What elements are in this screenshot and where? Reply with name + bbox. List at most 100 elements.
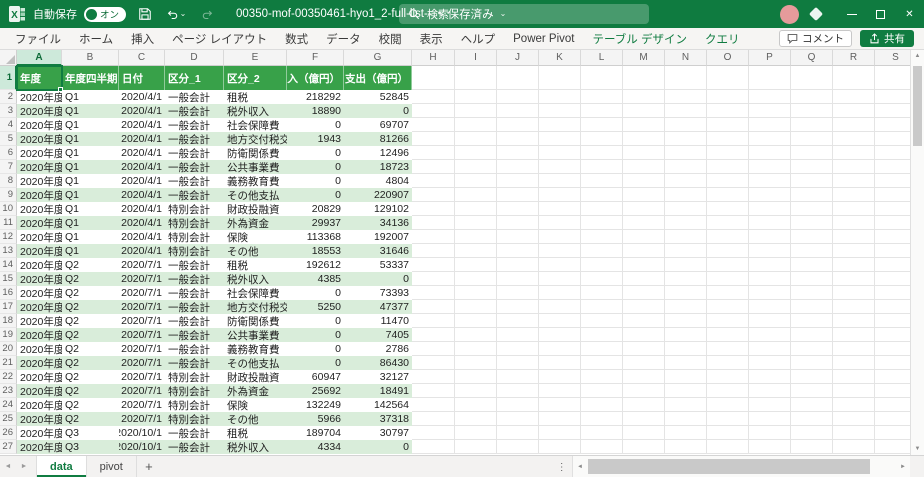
cell-K22[interactable] [539, 370, 581, 384]
cell-I7[interactable] [455, 160, 497, 174]
cell-N26[interactable] [665, 426, 707, 440]
cell-Q22[interactable] [791, 370, 833, 384]
cell-P9[interactable] [749, 188, 791, 202]
cell-H19[interactable] [412, 328, 455, 342]
cell-E17[interactable]: 地方交付税交付金 [224, 300, 287, 314]
cell-Q6[interactable] [791, 146, 833, 160]
cell-B16[interactable]: Q2 [62, 286, 119, 300]
cell-K7[interactable] [539, 160, 581, 174]
cell-S13[interactable] [875, 244, 910, 258]
cell-O22[interactable] [707, 370, 749, 384]
cell-C20[interactable]: 2020/7/1 [119, 342, 165, 356]
ribbon-tab-page-layout[interactable]: ページ レイアウト [163, 28, 276, 49]
cell-E25[interactable]: その他 [224, 412, 287, 426]
cell-K20[interactable] [539, 342, 581, 356]
cell-K6[interactable] [539, 146, 581, 160]
cell-H5[interactable] [412, 132, 455, 146]
cell-H16[interactable] [412, 286, 455, 300]
cell-P7[interactable] [749, 160, 791, 174]
cell-J3[interactable] [497, 104, 539, 118]
cell-J18[interactable] [497, 314, 539, 328]
cell-K14[interactable] [539, 258, 581, 272]
cell-H18[interactable] [412, 314, 455, 328]
cell-N22[interactable] [665, 370, 707, 384]
row-number-21[interactable]: 21 [0, 356, 17, 370]
cell-N4[interactable] [665, 118, 707, 132]
cell-Q4[interactable] [791, 118, 833, 132]
cell-O21[interactable] [707, 356, 749, 370]
cell-H2[interactable] [412, 90, 455, 104]
ribbon-tab-formulas[interactable]: 数式 [276, 28, 317, 49]
cell-D18[interactable]: 一般会計 [165, 314, 224, 328]
cell-A11[interactable]: 2020年度 [17, 216, 62, 230]
column-header-J[interactable]: J [497, 50, 539, 66]
cell-D4[interactable]: 一般会計 [165, 118, 224, 132]
cell-I24[interactable] [455, 398, 497, 412]
cell-L10[interactable] [581, 202, 623, 216]
row-number-16[interactable]: 16 [0, 286, 17, 300]
column-header-I[interactable]: I [455, 50, 497, 66]
cell-J7[interactable] [497, 160, 539, 174]
cell-Q16[interactable] [791, 286, 833, 300]
cell-G1[interactable]: 支出（億円） [344, 66, 412, 90]
cell-F19[interactable]: 0 [287, 328, 344, 342]
row-number-23[interactable]: 23 [0, 384, 17, 398]
ribbon-tab-query[interactable]: クエリ [696, 28, 749, 49]
cell-G2[interactable]: 52845 [344, 90, 412, 104]
cell-M10[interactable] [623, 202, 665, 216]
cell-R19[interactable] [833, 328, 875, 342]
cell-I26[interactable] [455, 426, 497, 440]
cell-J24[interactable] [497, 398, 539, 412]
cell-L4[interactable] [581, 118, 623, 132]
cell-G9[interactable]: 220907 [344, 188, 412, 202]
cell-O19[interactable] [707, 328, 749, 342]
excel-app-icon[interactable]: X [8, 5, 26, 23]
cell-J9[interactable] [497, 188, 539, 202]
cell-R25[interactable] [833, 412, 875, 426]
cell-I22[interactable] [455, 370, 497, 384]
cell-L8[interactable] [581, 174, 623, 188]
cell-G13[interactable]: 31646 [344, 244, 412, 258]
cell-F10[interactable]: 20829 [287, 202, 344, 216]
cell-J4[interactable] [497, 118, 539, 132]
cell-I8[interactable] [455, 174, 497, 188]
cell-Q19[interactable] [791, 328, 833, 342]
cell-O27[interactable] [707, 440, 749, 454]
cell-A16[interactable]: 2020年度 [17, 286, 62, 300]
cell-R14[interactable] [833, 258, 875, 272]
cell-D2[interactable]: 一般会計 [165, 90, 224, 104]
cell-F6[interactable]: 0 [287, 146, 344, 160]
cell-K10[interactable] [539, 202, 581, 216]
cell-N1[interactable] [665, 66, 707, 90]
cell-Q11[interactable] [791, 216, 833, 230]
autosave-toggle[interactable]: オン [84, 6, 127, 22]
ribbon-tab-insert[interactable]: 挿入 [122, 28, 163, 49]
cell-H7[interactable] [412, 160, 455, 174]
cell-Q2[interactable] [791, 90, 833, 104]
row-number-3[interactable]: 3 [0, 104, 17, 118]
row-number-18[interactable]: 18 [0, 314, 17, 328]
column-header-L[interactable]: L [581, 50, 623, 66]
cell-D1[interactable]: 区分_1 [165, 66, 224, 90]
cell-D13[interactable]: 特別会計 [165, 244, 224, 258]
cell-E8[interactable]: 義務教育費 [224, 174, 287, 188]
row-number-4[interactable]: 4 [0, 118, 17, 132]
cell-S27[interactable] [875, 440, 910, 454]
cell-R3[interactable] [833, 104, 875, 118]
avatar[interactable] [780, 4, 799, 24]
cell-M19[interactable] [623, 328, 665, 342]
cell-L27[interactable] [581, 440, 623, 454]
cell-P6[interactable] [749, 146, 791, 160]
cell-B13[interactable]: Q1 [62, 244, 119, 258]
cell-C27[interactable]: 2020/10/1 [119, 440, 165, 454]
cell-N27[interactable] [665, 440, 707, 454]
cell-D21[interactable]: 一般会計 [165, 356, 224, 370]
cell-K15[interactable] [539, 272, 581, 286]
cell-B21[interactable]: Q2 [62, 356, 119, 370]
cell-N15[interactable] [665, 272, 707, 286]
cell-K11[interactable] [539, 216, 581, 230]
cell-D20[interactable]: 一般会計 [165, 342, 224, 356]
cell-A10[interactable]: 2020年度 [17, 202, 62, 216]
cell-M15[interactable] [623, 272, 665, 286]
cell-I11[interactable] [455, 216, 497, 230]
